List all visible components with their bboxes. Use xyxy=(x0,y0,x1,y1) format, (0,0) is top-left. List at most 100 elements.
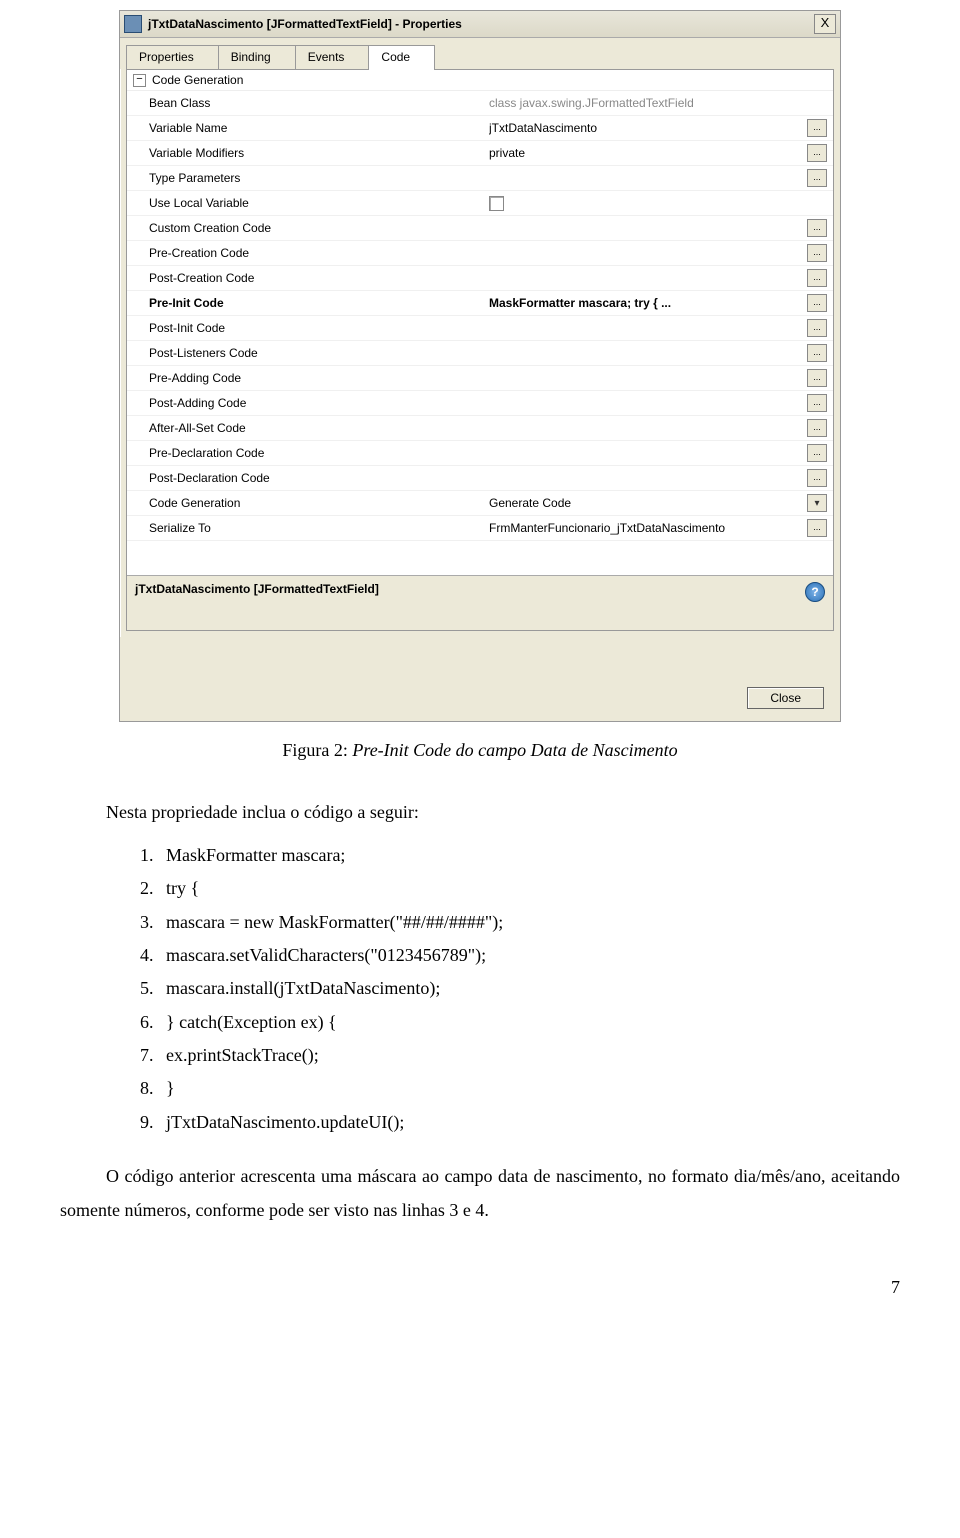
property-value[interactable]: MaskFormatter mascara; try { ...... xyxy=(489,294,827,312)
property-value[interactable]: jTxtDataNascimento... xyxy=(489,119,827,137)
dialog-footer: Close xyxy=(120,637,840,721)
body-paragraph: O código anterior acrescenta uma máscara… xyxy=(60,1159,900,1227)
code-listing: MaskFormatter mascara;try {mascara = new… xyxy=(138,839,900,1139)
property-label: Bean Class xyxy=(149,96,489,110)
property-label: Use Local Variable xyxy=(149,196,489,210)
property-value[interactable]: ... xyxy=(489,369,827,387)
property-value[interactable] xyxy=(489,196,827,211)
figure-caption: Figura 2: Pre-Init Code do campo Data de… xyxy=(60,740,900,761)
property-row[interactable]: Pre-Adding Code... xyxy=(127,366,833,391)
property-row[interactable]: Post-Listeners Code... xyxy=(127,341,833,366)
ellipsis-button[interactable]: ... xyxy=(807,319,827,337)
property-value[interactable]: ... xyxy=(489,394,827,412)
property-value[interactable]: private... xyxy=(489,144,827,162)
property-row[interactable]: Pre-Creation Code... xyxy=(127,241,833,266)
property-value[interactable]: FrmManterFuncionario_jTxtDataNascimento.… xyxy=(489,519,827,537)
tab-properties[interactable]: Properties xyxy=(126,45,219,70)
property-label: Post-Declaration Code xyxy=(149,471,489,485)
property-value[interactable]: ... xyxy=(489,419,827,437)
ellipsis-button[interactable]: ... xyxy=(807,119,827,137)
property-label: Pre-Init Code xyxy=(149,296,489,310)
property-value[interactable]: Generate Code xyxy=(489,494,827,512)
property-value[interactable]: ... xyxy=(489,469,827,487)
ellipsis-button[interactable]: ... xyxy=(807,269,827,287)
dropdown-icon[interactable] xyxy=(807,494,827,512)
property-row[interactable]: Bean Classclass javax.swing.JFormattedTe… xyxy=(127,91,833,116)
intro-text: Nesta propriedade inclua o código a segu… xyxy=(60,795,900,829)
property-value[interactable]: ... xyxy=(489,344,827,362)
property-row[interactable]: Variable NamejTxtDataNascimento... xyxy=(127,116,833,141)
property-label: Post-Init Code xyxy=(149,321,489,335)
code-line: } xyxy=(158,1072,900,1105)
component-icon xyxy=(124,15,142,33)
property-value[interactable]: class javax.swing.JFormattedTextField xyxy=(489,96,827,110)
property-label: Pre-Adding Code xyxy=(149,371,489,385)
help-icon[interactable]: ? xyxy=(805,582,825,602)
property-label: After-All-Set Code xyxy=(149,421,489,435)
close-button[interactable]: Close xyxy=(747,687,824,709)
group-label: Code Generation xyxy=(152,73,243,87)
ellipsis-button[interactable]: ... xyxy=(807,344,827,362)
property-row[interactable]: Post-Creation Code... xyxy=(127,266,833,291)
property-row[interactable]: Code GenerationGenerate Code xyxy=(127,491,833,516)
property-value[interactable]: ... xyxy=(489,169,827,187)
ellipsis-button[interactable]: ... xyxy=(807,244,827,262)
code-line: } catch(Exception ex) { xyxy=(158,1006,900,1039)
code-line: ex.printStackTrace(); xyxy=(158,1039,900,1072)
property-label: Pre-Creation Code xyxy=(149,246,489,260)
property-label: Post-Adding Code xyxy=(149,396,489,410)
close-icon[interactable]: X xyxy=(814,14,836,34)
property-value[interactable]: ... xyxy=(489,444,827,462)
group-header[interactable]: − Code Generation xyxy=(127,70,833,91)
properties-dialog: jTxtDataNascimento [JFormattedTextField]… xyxy=(119,10,841,722)
property-row[interactable]: After-All-Set Code... xyxy=(127,416,833,441)
properties-panel: − Code Generation Bean Classclass javax.… xyxy=(126,69,834,631)
property-row[interactable]: Variable Modifiersprivate... xyxy=(127,141,833,166)
code-line: mascara.install(jTxtDataNascimento); xyxy=(158,972,900,1005)
property-row[interactable]: Type Parameters... xyxy=(127,166,833,191)
checkbox[interactable] xyxy=(489,196,504,211)
property-row[interactable]: Serialize ToFrmManterFuncionario_jTxtDat… xyxy=(127,516,833,541)
property-value[interactable]: ... xyxy=(489,219,827,237)
ellipsis-button[interactable]: ... xyxy=(807,444,827,462)
code-line: mascara.setValidCharacters("0123456789")… xyxy=(158,939,900,972)
property-row[interactable]: Post-Adding Code... xyxy=(127,391,833,416)
property-label: Variable Modifiers xyxy=(149,146,489,160)
tab-events[interactable]: Events xyxy=(295,45,370,70)
property-row[interactable]: Post-Init Code... xyxy=(127,316,833,341)
property-value[interactable]: ... xyxy=(489,269,827,287)
property-label: Variable Name xyxy=(149,121,489,135)
ellipsis-button[interactable]: ... xyxy=(807,394,827,412)
ellipsis-button[interactable]: ... xyxy=(807,169,827,187)
description-bar: jTxtDataNascimento [JFormattedTextField]… xyxy=(127,575,833,630)
code-line: try { xyxy=(158,872,900,905)
ellipsis-button[interactable]: ... xyxy=(807,419,827,437)
tab-code[interactable]: Code xyxy=(368,45,435,70)
ellipsis-button[interactable]: ... xyxy=(807,469,827,487)
property-row[interactable]: Use Local Variable xyxy=(127,191,833,216)
code-line: MaskFormatter mascara; xyxy=(158,839,900,872)
property-label: Post-Listeners Code xyxy=(149,346,489,360)
property-row[interactable]: Post-Declaration Code... xyxy=(127,466,833,491)
property-value[interactable]: ... xyxy=(489,244,827,262)
page-number: 7 xyxy=(60,1277,900,1298)
property-value[interactable]: ... xyxy=(489,319,827,337)
property-label: Post-Creation Code xyxy=(149,271,489,285)
property-row[interactable]: Pre-Declaration Code... xyxy=(127,441,833,466)
description-title: jTxtDataNascimento [JFormattedTextField] xyxy=(135,582,805,596)
property-row[interactable]: Custom Creation Code... xyxy=(127,216,833,241)
ellipsis-button[interactable]: ... xyxy=(807,144,827,162)
property-label: Type Parameters xyxy=(149,171,489,185)
property-label: Serialize To xyxy=(149,521,489,535)
collapse-icon[interactable]: − xyxy=(133,74,146,87)
ellipsis-button[interactable]: ... xyxy=(807,519,827,537)
window-title: jTxtDataNascimento [JFormattedTextField]… xyxy=(148,17,814,31)
property-label: Pre-Declaration Code xyxy=(149,446,489,460)
ellipsis-button[interactable]: ... xyxy=(807,294,827,312)
code-line: jTxtDataNascimento.updateUI(); xyxy=(158,1106,900,1139)
property-row[interactable]: Pre-Init CodeMaskFormatter mascara; try … xyxy=(127,291,833,316)
titlebar: jTxtDataNascimento [JFormattedTextField]… xyxy=(120,11,840,38)
ellipsis-button[interactable]: ... xyxy=(807,219,827,237)
tab-binding[interactable]: Binding xyxy=(218,45,296,70)
ellipsis-button[interactable]: ... xyxy=(807,369,827,387)
